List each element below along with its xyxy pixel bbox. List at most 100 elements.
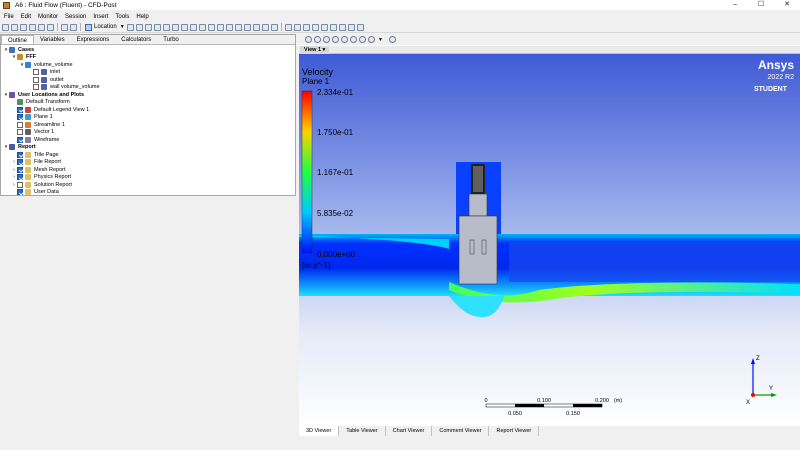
mesh-calculator-icon[interactable] <box>338 23 346 31</box>
probe-icon[interactable] <box>311 23 319 31</box>
tree-item-title-page[interactable]: Title Page <box>1 151 295 159</box>
tree-item-plane-1[interactable]: Plane 1 <box>1 114 295 122</box>
menu-edit[interactable]: Edit <box>21 14 31 20</box>
visibility-checkbox[interactable] <box>17 174 23 181</box>
redo-icon[interactable] <box>70 23 77 31</box>
visibility-checkbox[interactable] <box>17 159 23 166</box>
tree-item-default-legend-view-1[interactable]: Default Legend View 1 <box>1 106 295 114</box>
highlight-icon[interactable] <box>359 36 366 43</box>
viewport-layout-icon[interactable] <box>368 36 375 43</box>
tab-calculators[interactable]: Calculators <box>115 35 157 44</box>
tree-item-inlet[interactable]: inlet <box>1 69 295 77</box>
macro-calculator-icon[interactable] <box>329 23 337 31</box>
menu-monitor[interactable]: Monitor <box>38 14 58 20</box>
particle-track-icon[interactable] <box>153 23 161 31</box>
tree-item-user-locations-and-plots[interactable]: ▾ User Locations and Plots <box>1 91 295 99</box>
save-icon[interactable] <box>20 23 27 31</box>
rotate-icon[interactable] <box>314 36 321 43</box>
pan-icon[interactable] <box>323 36 330 43</box>
tab-turbo[interactable]: Turbo <box>157 35 184 44</box>
instance-transform-icon[interactable] <box>198 23 206 31</box>
tree-item-cases[interactable]: ▾ Cases <box>1 46 295 54</box>
tree-item-solution-report[interactable]: › Solution Report <box>1 181 295 189</box>
variable-icon[interactable] <box>225 23 233 31</box>
close-button[interactable]: ✕ <box>774 0 800 10</box>
tree-item-fff[interactable]: ▾ FFF <box>1 54 295 62</box>
visibility-checkbox[interactable] <box>17 106 23 113</box>
volume-render-icon[interactable] <box>162 23 170 31</box>
timestep-icon[interactable] <box>284 23 292 31</box>
visibility-checkbox[interactable] <box>33 84 39 91</box>
tree-item-report[interactable]: ▾ Report <box>1 144 295 152</box>
new-file-icon[interactable] <box>2 23 9 31</box>
visibility-checkbox[interactable] <box>17 189 23 196</box>
clip-plane-icon[interactable] <box>207 23 215 31</box>
tab-table-viewer[interactable]: Table Viewer <box>339 426 386 436</box>
streamline-tool-icon[interactable] <box>144 23 152 31</box>
function-calculator-icon[interactable] <box>320 23 328 31</box>
tree-item-vector-1[interactable]: Vector 1 <box>1 129 295 137</box>
tab-comment-viewer[interactable]: Comment Viewer <box>432 426 490 436</box>
figure-icon[interactable] <box>270 23 278 31</box>
tree-item-user-data[interactable]: User Data <box>1 189 295 197</box>
zoom-fit-icon[interactable] <box>350 36 357 43</box>
visibility-checkbox[interactable] <box>33 76 39 83</box>
tree-item-streamline-1[interactable]: Streamline 1 <box>1 121 295 129</box>
visibility-checkbox[interactable] <box>17 166 23 173</box>
visibility-checkbox[interactable] <box>17 129 23 136</box>
case-comparison-icon[interactable] <box>347 23 355 31</box>
menu-insert[interactable]: Insert <box>93 14 108 20</box>
maximize-button[interactable]: ☐ <box>748 0 774 10</box>
tab-expressions[interactable]: Expressions <box>71 35 116 44</box>
tree-item-outlet[interactable]: outlet <box>1 76 295 84</box>
undo-icon[interactable] <box>61 23 68 31</box>
animation-icon[interactable] <box>293 23 301 31</box>
menu-help[interactable]: Help <box>136 14 148 20</box>
color-map-icon[interactable] <box>216 23 224 31</box>
expression-icon[interactable] <box>234 23 242 31</box>
menu-file[interactable]: File <box>4 14 14 20</box>
visibility-checkbox[interactable] <box>17 114 23 121</box>
visibility-checkbox[interactable] <box>17 121 23 128</box>
contour-tool-icon[interactable] <box>135 23 143 31</box>
quick-editor-icon[interactable] <box>302 23 310 31</box>
tab-chart-viewer[interactable]: Chart Viewer <box>386 426 433 436</box>
tab-variables[interactable]: Variables <box>34 35 71 44</box>
tab-3d-viewer[interactable]: 3D Viewer <box>299 426 340 436</box>
table-icon[interactable] <box>243 23 251 31</box>
comment-icon[interactable] <box>261 23 269 31</box>
vector-tool-icon[interactable] <box>126 23 134 31</box>
text-tool-icon[interactable] <box>171 23 179 31</box>
tree-item-volume-volume[interactable]: ▾ volume_volume <box>1 61 295 69</box>
visibility-checkbox[interactable] <box>17 151 23 158</box>
tree-item-default-transform[interactable]: Default Transform <box>1 99 295 107</box>
open-file-icon[interactable] <box>11 23 18 31</box>
synchronize-views-icon[interactable] <box>388 36 396 43</box>
tab-outline[interactable]: Outline <box>1 35 35 44</box>
zoom-icon[interactable] <box>332 36 339 43</box>
tree-item-wall-volume-volume[interactable]: wall volume_volume <box>1 84 295 92</box>
menu-session[interactable]: Session <box>65 14 86 20</box>
save-picture-icon[interactable] <box>38 23 45 31</box>
chevron-down-icon[interactable]: ▼ <box>378 37 383 43</box>
visibility-checkbox[interactable] <box>33 69 39 76</box>
visibility-checkbox[interactable] <box>17 136 23 143</box>
zoom-box-icon[interactable] <box>341 36 348 43</box>
minimize-button[interactable]: – <box>722 0 748 10</box>
tree-item-wireframe[interactable]: Wireframe <box>1 136 295 144</box>
tree-item-physics-report[interactable]: › Physics Report <box>1 174 295 182</box>
select-icon[interactable] <box>305 36 312 43</box>
viewer-3d[interactable]: ▼ View 1 ▾ Velocity Plane 1 2.334e-01 1.… <box>299 34 800 426</box>
view-selector[interactable]: View 1 ▾ <box>300 46 330 54</box>
menu-tools[interactable]: Tools <box>115 14 129 20</box>
visibility-checkbox[interactable] <box>17 181 23 188</box>
report-icon[interactable] <box>356 23 364 31</box>
render-canvas[interactable]: Velocity Plane 1 2.334e-01 1.750e-01 1.1… <box>299 54 800 426</box>
tree-item-mesh-report[interactable]: › Mesh Report <box>1 166 295 174</box>
tab-report-viewer[interactable]: Report Viewer <box>489 426 540 436</box>
tree-item-file-report[interactable]: › File Report <box>1 159 295 167</box>
load-results-icon[interactable] <box>29 23 36 31</box>
print-icon[interactable] <box>47 23 54 31</box>
coordinate-frame-icon[interactable] <box>180 23 188 31</box>
legend-tool-icon[interactable] <box>189 23 197 31</box>
